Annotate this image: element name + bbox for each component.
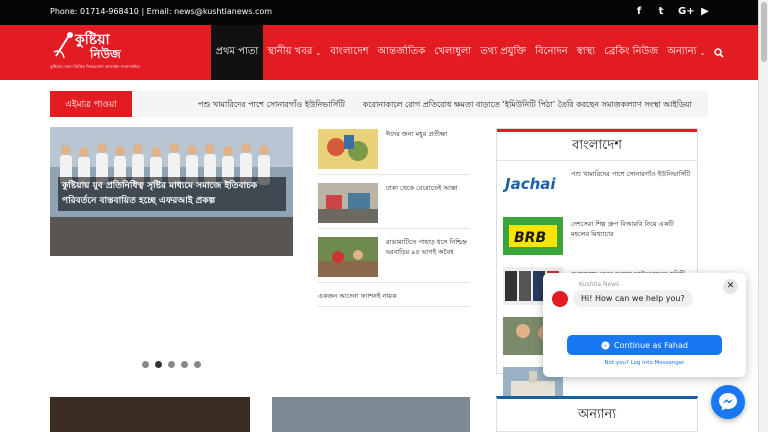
twitter-icon[interactable]: t: [656, 6, 666, 17]
nav-item-sports[interactable]: খেলাধুলা: [430, 25, 476, 80]
nav-label: প্রথম পাতা: [215, 46, 259, 57]
nav-item-international[interactable]: আন্তর্জাতিক: [373, 25, 430, 80]
chevron-down-icon: ⌄: [699, 48, 706, 57]
nav-item-health[interactable]: স্বাস্থ্য: [572, 25, 600, 80]
nav-label: বাংলাদেশ: [330, 46, 369, 57]
nav-label: বিনোদন: [535, 46, 568, 57]
news-title-plain[interactable]: একজন আদেনা ফ্যাশনই নায়ক: [318, 289, 470, 307]
site-logo[interactable]: কুষ্টিয়া নিউজ কুষ্টিয়ার জেলা ভিত্তিক ন…: [50, 28, 145, 76]
search-button[interactable]: [710, 25, 728, 80]
nav-item-tech[interactable]: তথ্য প্রযুক্তি: [476, 25, 531, 80]
list-item[interactable]: BRB দেশসেরা শিল্প গ্রুপ বিআরবি নিয়ে একট…: [503, 215, 691, 261]
nav-label: আন্তর্জাতিক: [377, 46, 426, 57]
latest-news-list: ঈদের জন্য মধুর প্রতীক্ষা ঢাকা থেকে বেরোত…: [318, 127, 470, 307]
messenger-chat-popup: Kushtia News Hi! How can we help you? ✕ …: [543, 273, 746, 377]
news-title: রাঙামাটিতে পাহাড় ধসে নিশ্চিহ্ন ঘরবাড়ির…: [386, 238, 468, 256]
list-item[interactable]: রাঙামাটিতে পাহাড় ধসে নিশ্চিহ্ন ঘরবাড়ির…: [318, 235, 470, 283]
facebook-icon[interactable]: f: [634, 6, 644, 17]
login-messenger-link[interactable]: Not you? Log into Messenger: [543, 360, 746, 366]
list-item[interactable]: ঈদের জন্য মধুর প্রতীক্ষা: [318, 127, 470, 175]
jachai-logo: Jachai: [503, 167, 563, 205]
news-title: পশু খামারিদের পাশে সোনারগাঁও ইউনিভার্সিট…: [571, 170, 691, 178]
nav-label: খেলাধুলা: [434, 46, 472, 57]
breaking-label: এইমাত্র পাওয়া: [50, 91, 132, 117]
logo-tagline: কুষ্টিয়ার জেলা ভিত্তিক নির্ভরযোগ্য অনলা…: [50, 64, 140, 69]
messenger-fab-button[interactable]: [711, 385, 745, 419]
brb-logo-text: BRB: [514, 230, 546, 246]
nav-item-local[interactable]: স্থানীয় খবর ⌄: [263, 25, 326, 80]
ticker-item[interactable]: করোনাকালে রোগ প্রতিরোধ ক্ষমতা বাড়াতে ‘ই…: [363, 99, 692, 112]
breaking-ticker: পশু খামারিদের পাশে সোনারগাঁও ইউনিভার্সিট…: [198, 99, 692, 112]
social-links: f t G+ ▶: [634, 6, 710, 17]
main-navbar: কুষ্টিয়া নিউজ কুষ্টিয়ার জেলা ভিত্তিক ন…: [0, 25, 758, 80]
list-item[interactable]: ঢাকা থেকে বেরোতেই আক্কা: [318, 181, 470, 229]
nav-item-breaking[interactable]: ব্রেকিং নিউজ: [600, 25, 663, 80]
nav-item-bangladesh[interactable]: বাংলাদেশ: [326, 25, 373, 80]
nav-item-entertainment[interactable]: বিনোদন: [531, 25, 573, 80]
chat-page-name: Kushtia News: [579, 281, 620, 288]
avatar: [552, 291, 568, 307]
ticker-item[interactable]: পশু খামারিদের পাশে সোনারগাঁও ইউনিভার্সিট…: [198, 99, 345, 112]
top-bar: Phone: 01714-968410 | Email: news@kushti…: [0, 0, 768, 25]
list-item[interactable]: Jachai পশু খামারিদের পাশে সোনারগাঁও ইউনি…: [503, 165, 691, 211]
google-plus-icon[interactable]: G+: [678, 6, 695, 17]
continue-button[interactable]: Continue as Fahad: [567, 335, 722, 355]
nav-label: ব্রেকিং নিউজ: [604, 46, 659, 57]
jachai-logo-text: Jachai: [503, 175, 556, 193]
contact-info: Phone: 01714-968410 | Email: news@kushti…: [50, 7, 273, 16]
logo-mark-icon: [53, 32, 73, 59]
news-title: ঢাকা থেকে বেরোতেই আক্কা: [386, 184, 458, 192]
continue-label: Continue as Fahad: [614, 340, 688, 350]
logo-name-secondary: নিউজ: [90, 47, 121, 61]
youtube-icon[interactable]: ▶: [700, 6, 710, 17]
news-card-image[interactable]: [50, 397, 250, 432]
search-icon: [714, 47, 724, 58]
featured-slider[interactable]: কুষ্টিয়ায় যুব প্রতিনিধিত্ব সৃষ্টির মাধ…: [50, 127, 293, 256]
news-title: ঈদের জন্য মধুর প্রতীক্ষা: [386, 130, 448, 138]
slider-dot[interactable]: [194, 361, 201, 368]
messenger-icon: [719, 393, 737, 411]
page-scrollbar[interactable]: [758, 0, 768, 432]
brb-logo: BRB: [503, 217, 563, 255]
news-card-image[interactable]: [272, 397, 470, 432]
nav-menu: প্রথম পাতা স্থানীয় খবর ⌄ বাংলাদেশ আন্তর্…: [211, 25, 728, 80]
slider-dots: [142, 361, 201, 368]
news-thumbnail: [318, 237, 378, 277]
news-thumbnail: [318, 183, 378, 223]
news-thumbnail: [318, 129, 378, 169]
scrollbar-thumb[interactable]: [761, 2, 767, 62]
close-icon[interactable]: ✕: [723, 279, 738, 294]
chat-greeting: Hi! How can we help you?: [573, 290, 693, 307]
nav-label: স্থানীয় খবর: [267, 46, 313, 57]
nav-label: তথ্য প্রযুক্তি: [480, 46, 527, 57]
slider-dot[interactable]: [142, 361, 149, 368]
messenger-icon: [601, 340, 610, 350]
slider-dot-active[interactable]: [155, 361, 162, 368]
panel-heading: বাংলাদেশ: [497, 129, 697, 161]
slider-headline[interactable]: কুষ্টিয়ায় যুব প্রতিনিধিত্ব সৃষ্টির মাধ…: [58, 177, 286, 211]
slider-dot[interactable]: [168, 361, 175, 368]
nav-item-home[interactable]: প্রথম পাতা: [211, 25, 263, 80]
news-title: দেশসেরা শিল্প গ্রুপ বিআরবি নিয়ে একটি মহ…: [571, 220, 674, 238]
slider-dot[interactable]: [181, 361, 188, 368]
breaking-news-bar: এইমাত্র পাওয়া পশু খামারিদের পাশে সোনারগ…: [50, 91, 708, 117]
chevron-down-icon: ⌄: [315, 48, 322, 57]
nav-label: স্বাস্থ্য: [576, 46, 596, 57]
others-panel-heading: অন্যান্য: [496, 396, 698, 432]
nav-item-others[interactable]: অন্যান্য ⌄: [663, 25, 710, 80]
nav-label: অন্যান্য: [667, 46, 697, 57]
